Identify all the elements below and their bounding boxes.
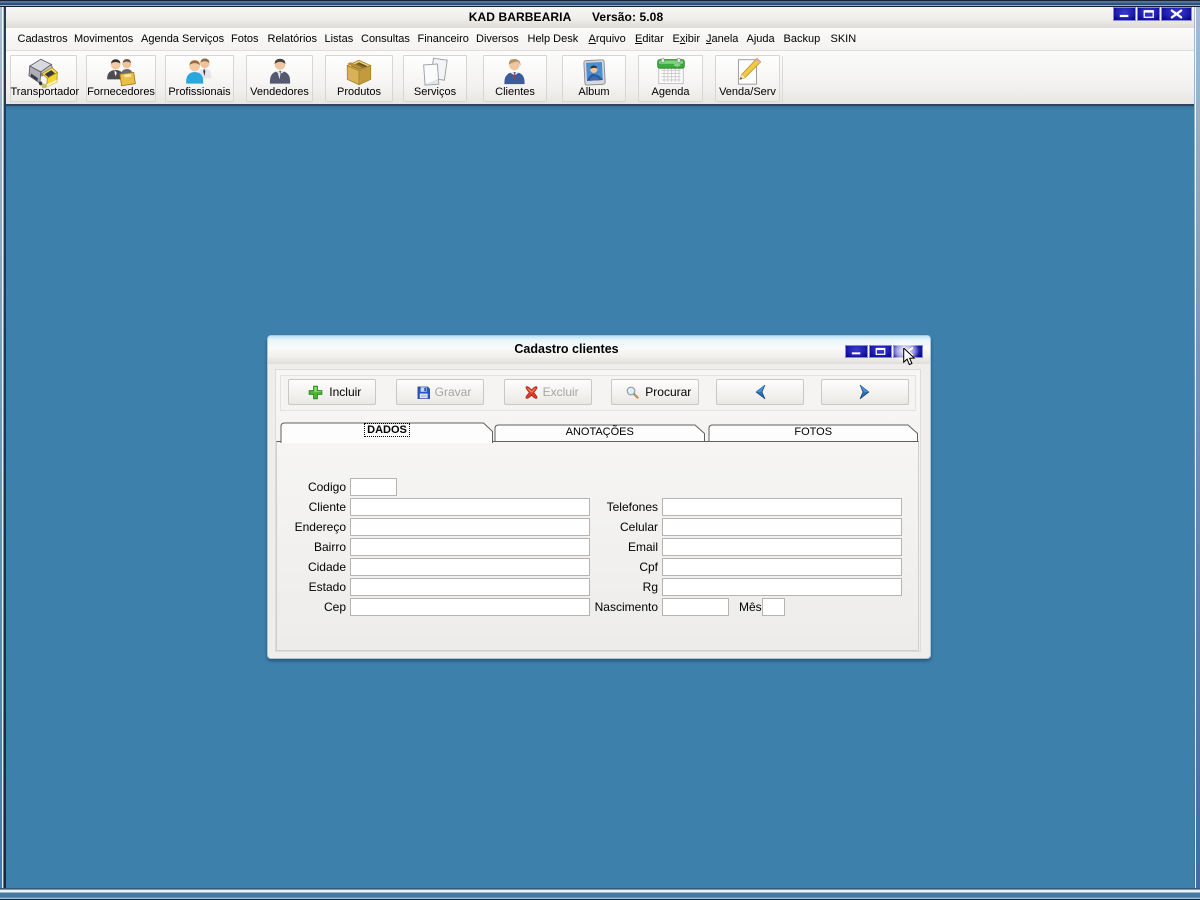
svg-text:ago: ago (674, 63, 680, 67)
